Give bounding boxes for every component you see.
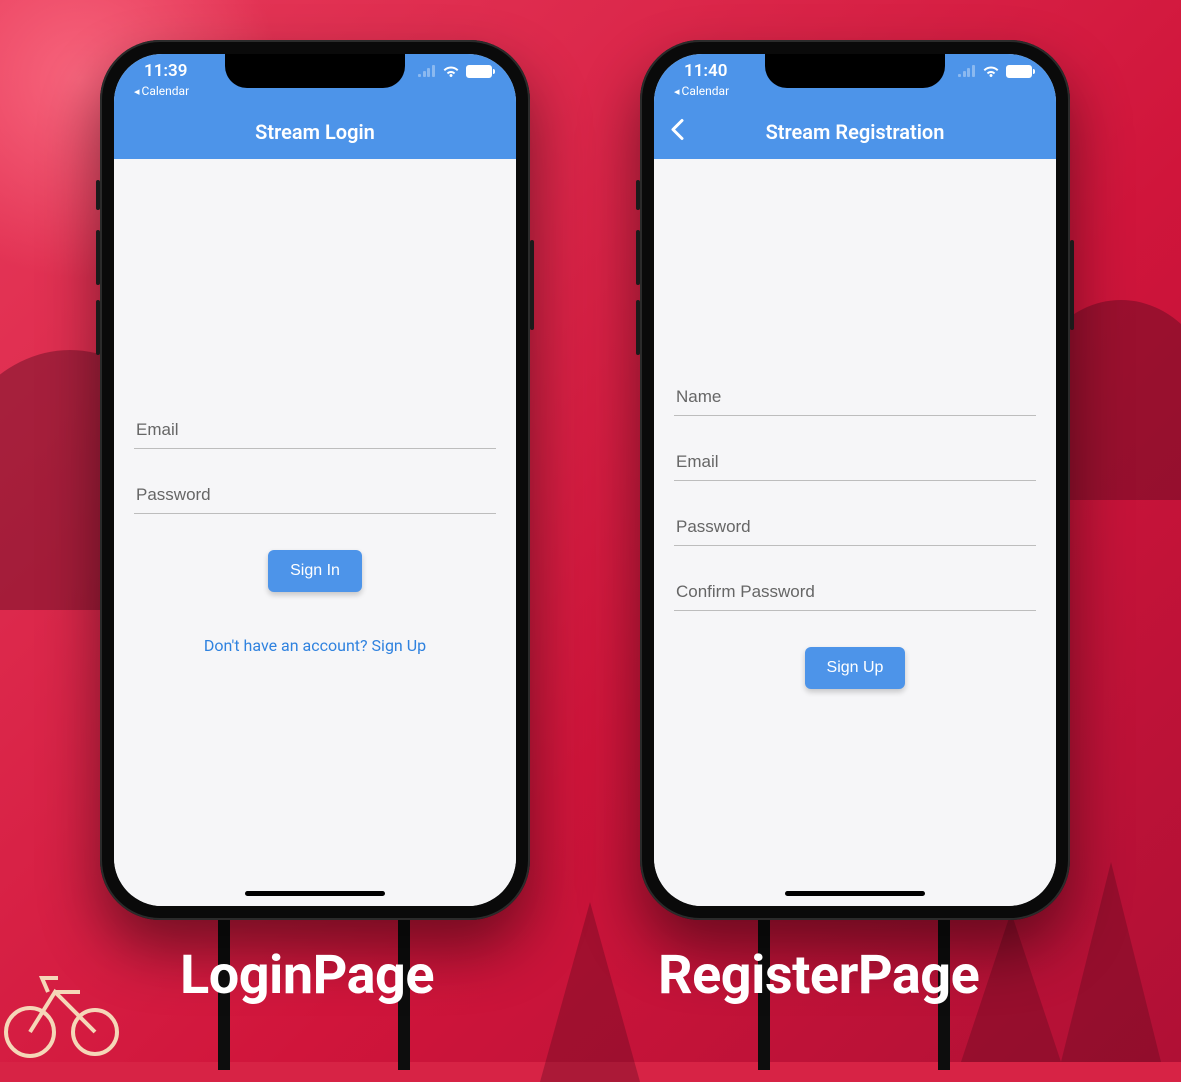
- password-field[interactable]: [674, 507, 1036, 546]
- caption-register: RegisterPage: [658, 944, 979, 1007]
- battery-icon: [466, 65, 492, 78]
- chevron-left-icon: [670, 118, 684, 140]
- wifi-icon: [982, 64, 1000, 78]
- email-field[interactable]: [674, 442, 1036, 481]
- status-time: 11:39: [144, 61, 187, 81]
- login-form: Sign In Don't have an account? Sign Up: [114, 159, 516, 906]
- cellular-icon: [958, 65, 976, 77]
- sign-in-button[interactable]: Sign In: [268, 550, 362, 592]
- app-bar: Stream Registration: [654, 104, 1056, 159]
- app-bar: Stream Login: [114, 104, 516, 159]
- caption-login: LoginPage: [180, 944, 434, 1007]
- app-bar-title: Stream Login: [255, 120, 375, 144]
- password-field[interactable]: [134, 475, 496, 514]
- status-back-app[interactable]: Calendar: [134, 84, 189, 98]
- status-back-app[interactable]: Calendar: [674, 84, 729, 98]
- app-bar-title: Stream Registration: [766, 120, 945, 144]
- sign-up-link[interactable]: Don't have an account? Sign Up: [134, 636, 496, 655]
- home-indicator[interactable]: [245, 891, 385, 896]
- sign-up-button[interactable]: Sign Up: [805, 647, 906, 689]
- phone-frame-login: 11:39 Calendar Stream Login Sign In Don'…: [100, 40, 530, 920]
- phone-notch: [765, 54, 945, 88]
- battery-icon: [1006, 65, 1032, 78]
- wifi-icon: [442, 64, 460, 78]
- register-form: Sign Up: [654, 159, 1056, 906]
- home-indicator[interactable]: [785, 891, 925, 896]
- name-field[interactable]: [674, 377, 1036, 416]
- back-button[interactable]: [670, 118, 684, 145]
- phone-frame-register: 11:40 Calendar Stream Registration: [640, 40, 1070, 920]
- email-field[interactable]: [134, 410, 496, 449]
- cellular-icon: [418, 65, 436, 77]
- confirm-password-field[interactable]: [674, 572, 1036, 611]
- status-time: 11:40: [684, 61, 727, 81]
- phone-notch: [225, 54, 405, 88]
